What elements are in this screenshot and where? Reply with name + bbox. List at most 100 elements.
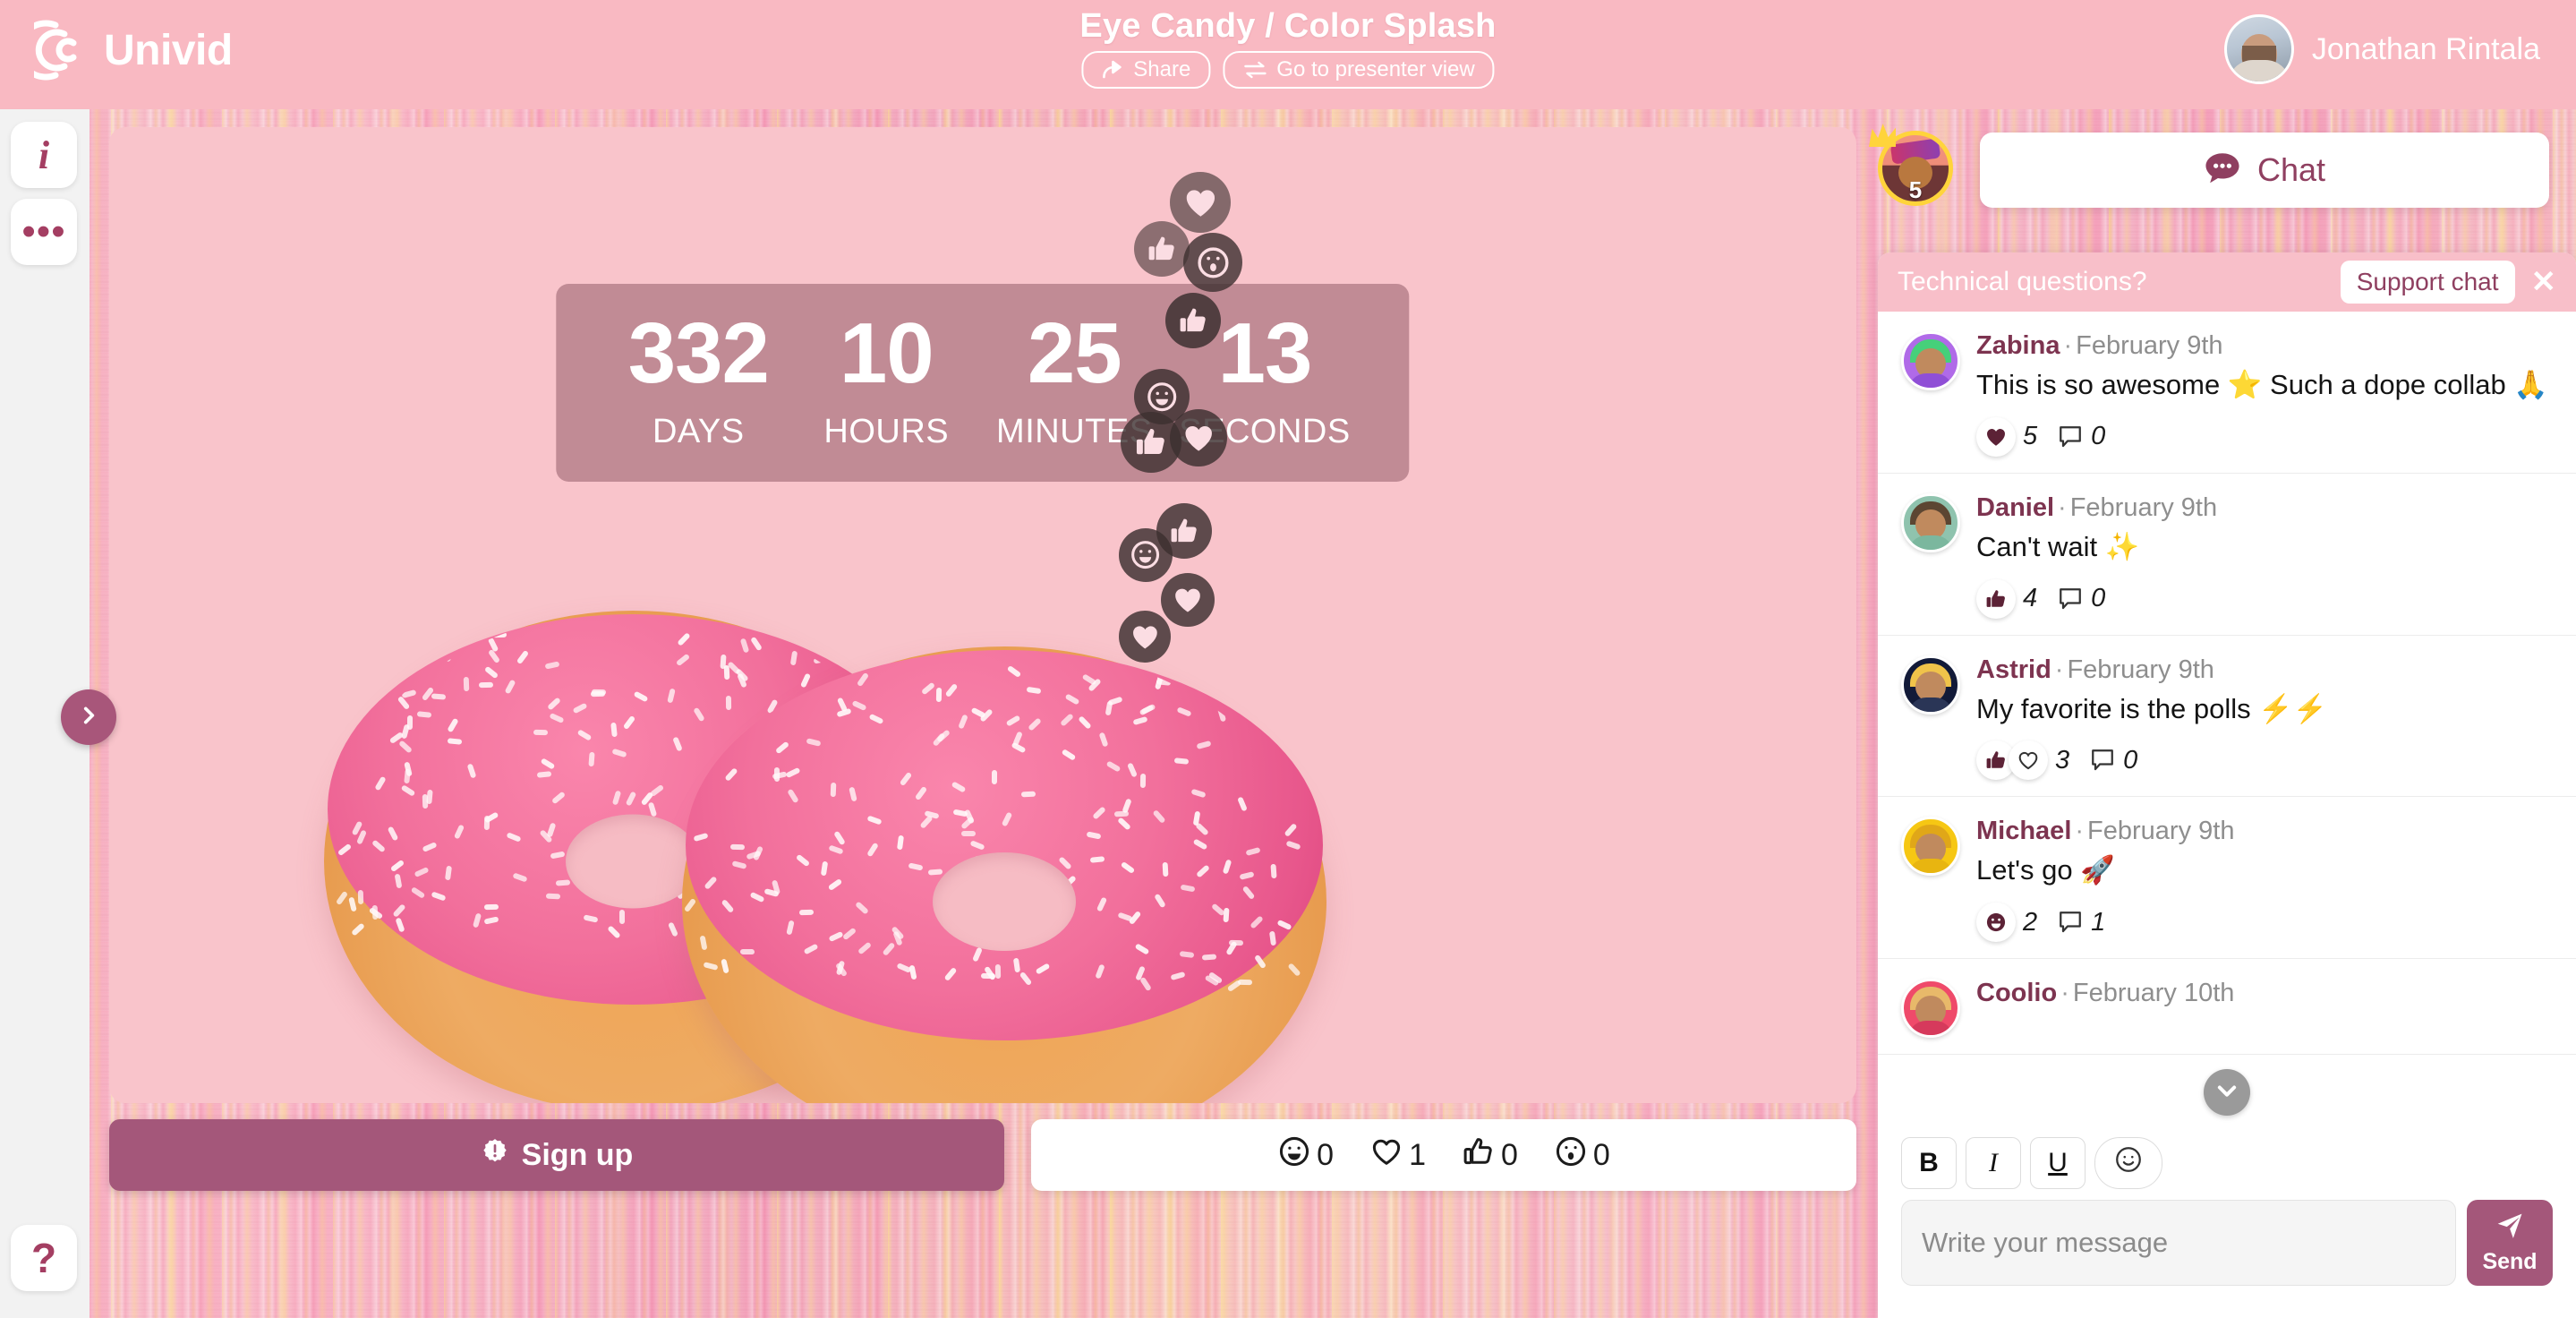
info-button[interactable]: i	[11, 122, 77, 188]
reply-button[interactable]: 0	[2089, 746, 2150, 775]
message-meta: 30	[1976, 740, 2553, 781]
video-stage[interactable]: 332 DAYS 10 HOURS 25 MINUTES 13 SECONDS	[109, 127, 1856, 1103]
message-meta: 40	[1976, 578, 2553, 619]
smile-filled-icon[interactable]	[1976, 903, 2016, 943]
user-name: Jonathan Rintala	[2311, 31, 2540, 66]
countdown-hours: 10 HOURS	[792, 311, 980, 451]
chat-message[interactable]: Daniel · February 9th Can't wait ✨ 4 0	[1878, 474, 2576, 636]
heart-outline-icon[interactable]	[2009, 740, 2048, 781]
brand-logo[interactable]: Univid	[15, 16, 233, 84]
message-header: Astrid · February 9th	[1976, 655, 2214, 684]
message-date: February 9th	[2069, 492, 2218, 522]
expand-sidebar-button[interactable]	[61, 689, 116, 745]
reaction-smile-count: 0	[1317, 1137, 1335, 1172]
reply-button[interactable]: 0	[2057, 422, 2118, 451]
underline-button[interactable]: U	[2030, 1137, 2086, 1189]
message-author: Astrid	[1976, 655, 2051, 684]
surprised-icon	[1554, 1134, 1588, 1177]
close-icon[interactable]: ✕	[2526, 264, 2563, 300]
reaction-surprised-count: 0	[1592, 1137, 1610, 1172]
message-meta: 21	[1976, 903, 2553, 943]
brand-name: Univid	[104, 26, 233, 74]
message-author: Daniel	[1976, 492, 2055, 522]
message-text: My favorite is the polls ⚡⚡	[1976, 692, 2328, 724]
question-mark-icon: ?	[30, 1235, 57, 1281]
thumbs-up-icon	[1462, 1134, 1496, 1177]
avatar	[1901, 979, 1960, 1039]
share-arrow-icon	[1101, 59, 1124, 81]
send-label: Send	[2482, 1249, 2538, 1274]
message-text: This is so awesome ⭐ Such a dope collab …	[1976, 369, 2548, 400]
header-center: Eye Candy / Color Splash Share Go to pre…	[1079, 7, 1496, 89]
alert-badge-icon	[481, 1137, 509, 1174]
sign-up-button[interactable]: Sign up	[109, 1119, 1004, 1191]
emoji-button[interactable]	[2094, 1137, 2162, 1189]
countdown-days-value: 332	[627, 305, 770, 401]
reaction-heart[interactable]: 1	[1369, 1134, 1426, 1177]
heart-icon	[1369, 1134, 1403, 1177]
smile-icon	[1119, 528, 1173, 582]
scroll-to-bottom-button[interactable]	[2204, 1069, 2250, 1116]
reaction-count: 2	[2023, 907, 2038, 937]
tab-chat-label: Chat	[2256, 151, 2326, 188]
message-author: Coolio	[1976, 979, 2058, 1008]
message-date: February 9th	[2067, 655, 2214, 684]
chat-message[interactable]: Coolio · February 10th	[1878, 959, 2576, 1056]
chat-message[interactable]: Michael · February 9th Let's go 🚀 2 1	[1878, 797, 2576, 960]
support-chat-button[interactable]: Support chat	[2340, 261, 2515, 304]
sign-up-label: Sign up	[521, 1137, 634, 1172]
message-meta: 50	[1976, 416, 2553, 457]
reaction-surprised[interactable]: 0	[1554, 1134, 1610, 1177]
reply-count: 0	[2091, 422, 2106, 451]
format-toolbar: B I U	[1901, 1137, 2553, 1189]
bold-button[interactable]: B	[1901, 1137, 1957, 1189]
message-date: February 10th	[2072, 979, 2235, 1008]
swap-arrows-icon	[1242, 60, 1267, 80]
reaction-thumbs-up[interactable]: 0	[1462, 1134, 1518, 1177]
reaction-count: 5	[2023, 422, 2038, 451]
message-header: Michael · February 9th	[1976, 817, 2235, 846]
message-header: Zabina · February 9th	[1976, 331, 2223, 360]
avatar	[1901, 655, 1960, 715]
chat-message-list[interactable]: Zabina · February 9th This is so awesome ⭐ …	[1878, 312, 2576, 1126]
reply-button[interactable]: 1	[2057, 908, 2118, 937]
user-menu[interactable]: Jonathan Rintala	[2223, 14, 2540, 84]
share-button[interactable]: Share	[1081, 51, 1211, 89]
smile-icon	[1277, 1134, 1311, 1177]
chat-message[interactable]: Zabina · February 9th This is so awesome ⭐ …	[1878, 312, 2576, 474]
message-input[interactable]	[1901, 1200, 2456, 1286]
message-header: Daniel · February 9th	[1976, 492, 2218, 522]
tab-chat[interactable]: Chat	[1980, 133, 2549, 208]
message-text: Can't wait ✨	[1976, 530, 2140, 562]
share-label: Share	[1133, 57, 1191, 81]
more-options-button[interactable]: •••	[11, 199, 77, 265]
more-dots-icon: •••	[21, 210, 66, 254]
reaction-smile[interactable]: 0	[1277, 1134, 1334, 1177]
message-author: Zabina	[1976, 331, 2060, 360]
chat-panel: Technical questions? Support chat ✕ Zabi…	[1878, 252, 2576, 1318]
italic-button[interactable]: I	[1966, 1137, 2021, 1189]
countdown-hours-value: 10	[839, 305, 934, 401]
countdown-minutes-value: 25	[1027, 305, 1122, 401]
heart-icon	[1170, 172, 1231, 233]
send-button[interactable]: Send	[2467, 1200, 2553, 1286]
page-title: Eye Candy / Color Splash	[1079, 7, 1497, 45]
chat-message[interactable]: Astrid · February 9th My favorite is the po…	[1878, 636, 2576, 798]
crown-icon	[1869, 124, 1896, 147]
host-badge[interactable]: 5	[1869, 124, 1953, 206]
send-paper-plane-icon	[2494, 1211, 2526, 1247]
presenter-view-button[interactable]: Go to presenter view	[1223, 51, 1495, 89]
help-button[interactable]: ?	[11, 1225, 77, 1291]
avatar	[1901, 817, 1960, 877]
emoji-face-icon	[2113, 1144, 2144, 1182]
reply-count: 1	[2091, 907, 2106, 937]
avatar	[1901, 492, 1960, 552]
chat-bubble-icon	[2204, 150, 2241, 191]
reply-button[interactable]: 0	[2057, 584, 2118, 613]
chevron-right-icon	[77, 704, 100, 732]
thumbs-up-filled-icon[interactable]	[1976, 578, 2016, 619]
header-actions: Share Go to presenter view	[1081, 51, 1495, 89]
avatar	[1901, 331, 1960, 390]
message-author: Michael	[1976, 817, 2072, 846]
heart-filled-icon[interactable]	[1976, 416, 2016, 457]
